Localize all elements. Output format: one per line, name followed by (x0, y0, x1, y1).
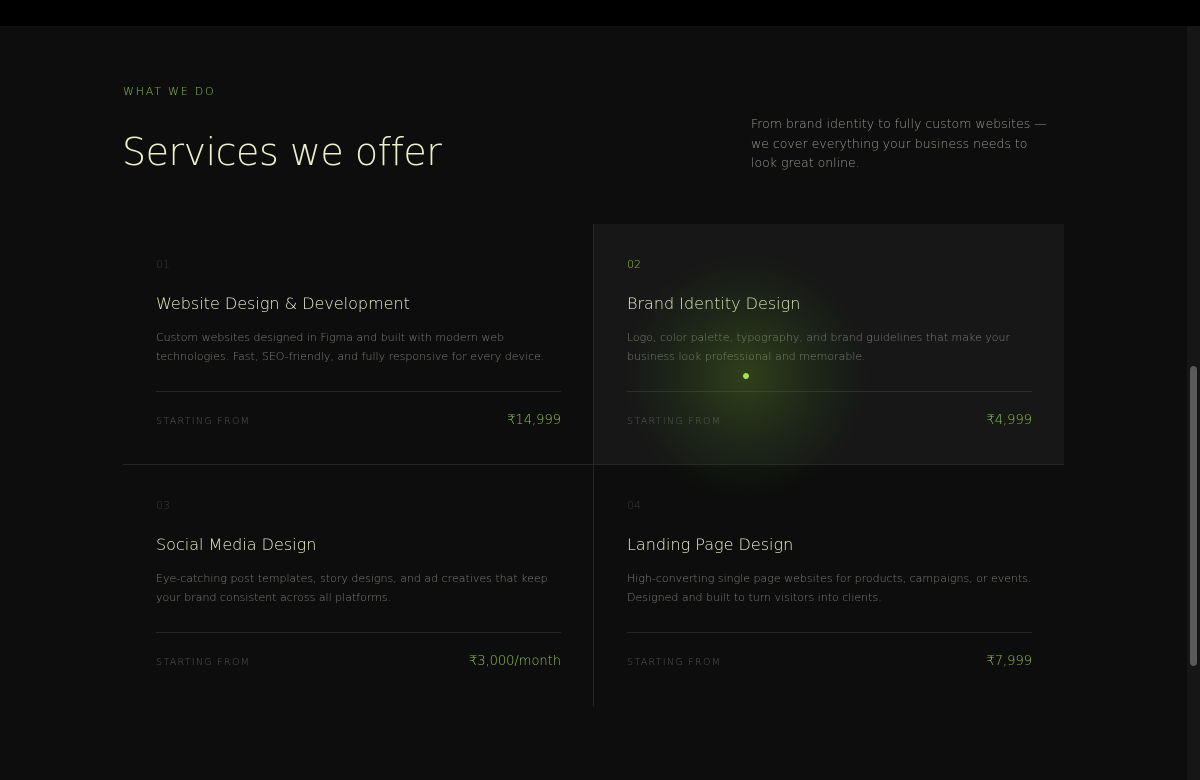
service-title: Website Design & Development (156, 294, 410, 313)
service-card-landing-page[interactable]: 04 Landing Page Design High-converting s… (594, 465, 1064, 706)
card-divider (627, 632, 1032, 633)
price-label: STARTING FROM (627, 416, 722, 427)
service-description: Custom websites designed in Figma and bu… (156, 331, 545, 363)
service-card-social-media[interactable]: 03 Social Media Design Eye-catching post… (123, 465, 593, 706)
service-number: 02 (627, 258, 641, 271)
services-grid: 01 Website Design & Development Custom w… (123, 224, 1064, 706)
card-divider (156, 391, 561, 392)
price-label: STARTING FROM (156, 657, 251, 668)
price-label: STARTING FROM (156, 416, 251, 427)
service-title: Brand Identity Design (627, 294, 801, 313)
service-price: ₹7,999 (986, 654, 1033, 669)
service-number: 04 (627, 499, 641, 512)
service-description: Eye-catching post templates, story desig… (156, 572, 548, 604)
service-description: Logo, color palette, typography, and bra… (627, 331, 1010, 363)
grid-vertical-divider (593, 224, 594, 706)
service-card-website-design[interactable]: 01 Website Design & Development Custom w… (123, 224, 593, 465)
service-number: 03 (156, 499, 170, 512)
service-number: 01 (156, 258, 170, 271)
section-intro: From brand identity to fully custom webs… (751, 116, 1047, 170)
scrollbar-track[interactable] (1187, 26, 1200, 780)
price-label: STARTING FROM (627, 657, 722, 668)
service-card-brand-identity[interactable]: 02 Brand Identity Design Logo, color pal… (594, 224, 1064, 465)
service-price: ₹4,999 (986, 413, 1033, 428)
cursor-dot (743, 373, 749, 379)
browser-top-bar (0, 0, 1200, 26)
section-eyebrow: WHAT WE DO (123, 85, 216, 98)
service-price: ₹14,999 (507, 413, 561, 428)
service-price: ₹3,000/month (468, 654, 561, 669)
scrollbar-thumb[interactable] (1190, 366, 1197, 666)
service-description: High-converting single page websites for… (627, 572, 1032, 604)
service-title: Landing Page Design (627, 535, 794, 554)
card-divider (627, 391, 1032, 392)
section-title: Services we offer (122, 130, 442, 174)
service-title: Social Media Design (156, 535, 317, 554)
card-divider (156, 632, 561, 633)
